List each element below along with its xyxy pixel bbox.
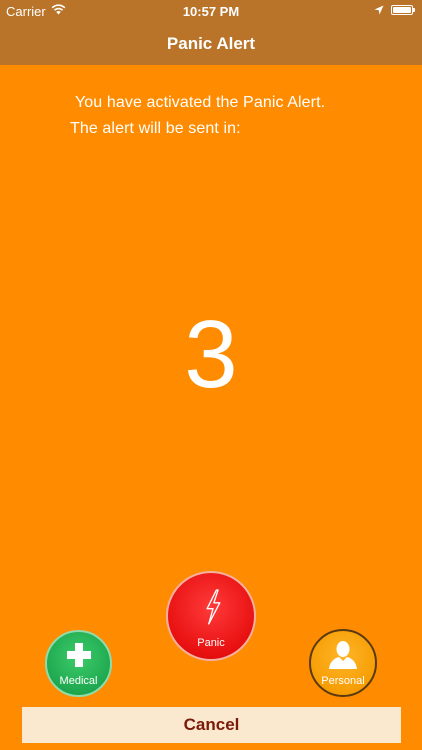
medical-alert-button[interactable]: Medical [45,630,112,697]
activation-message: You have activated the Panic Alert. [75,94,326,111]
countdown-caption: The alert will be sent in: [70,120,241,137]
medical-label: Medical [59,675,98,687]
person-silhouette-icon [329,641,357,669]
clock-time: 10:57 PM [182,4,240,19]
countdown-number: 3 [184,301,238,408]
battery-icon [391,5,415,15]
panic-label: Panic [197,637,225,649]
personal-label: Personal [321,675,365,687]
panic-alert-button[interactable]: Panic [166,571,256,661]
lightning-bolt-icon [206,589,221,625]
navigation-bar: Carrier 10:57 PM Panic Alert [0,0,422,65]
personal-alert-button[interactable]: Personal [309,629,377,697]
page-title: Panic Alert [166,34,256,53]
location-arrow-icon [374,5,384,15]
status-bar: Carrier 10:57 PM [0,0,422,22]
medical-cross-icon [67,643,91,667]
cancel-button[interactable]: Cancel [22,707,401,743]
